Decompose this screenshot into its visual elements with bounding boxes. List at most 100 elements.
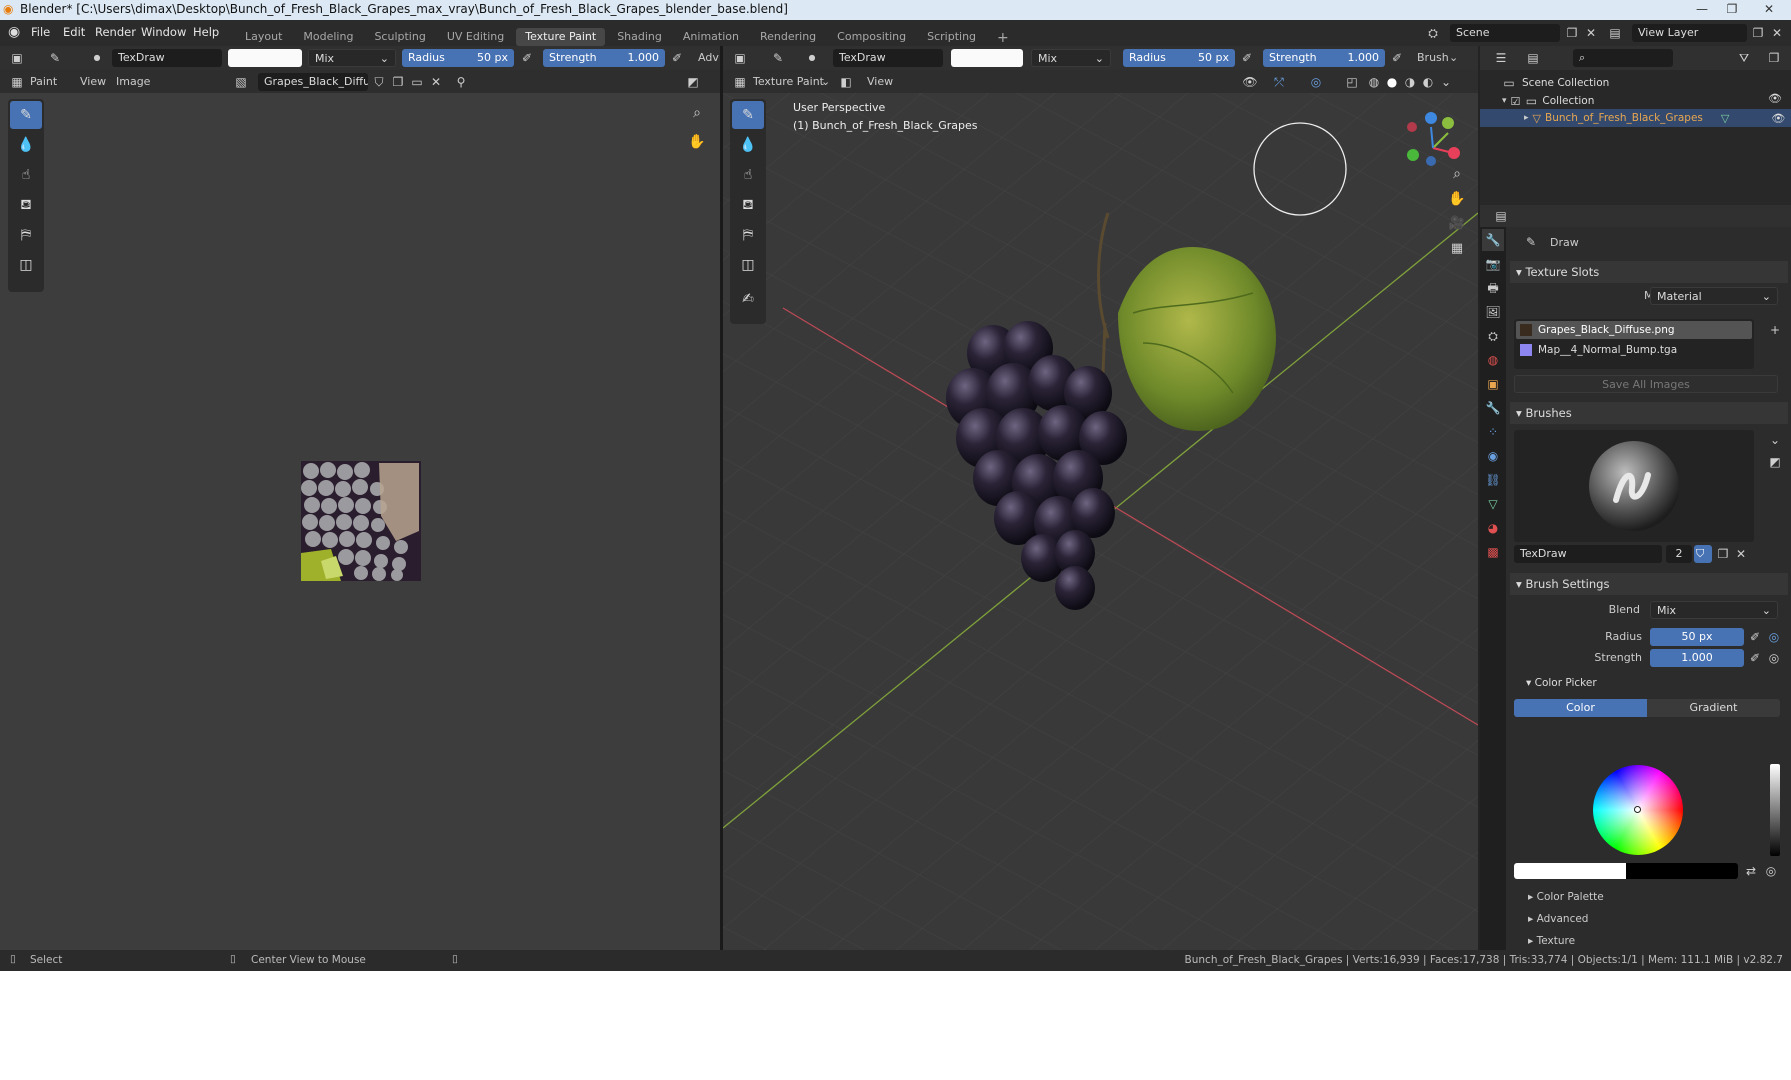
object-row-selected[interactable]: ▸ ▽ Bunch_of_Fresh_Black_Grapes ▽ 👁 xyxy=(1480,109,1791,127)
brush-settings-icon[interactable]: ◩ xyxy=(1766,453,1784,471)
mesh-data-icon[interactable]: ▽ xyxy=(1721,112,1729,125)
image-editor-canvas[interactable]: ✎ 💧 ☝ ⛾ ⛿ ◫ ⌕ ✋ xyxy=(0,93,720,950)
material-shading-icon[interactable]: ◑ xyxy=(1401,73,1419,91)
outliner-search-input[interactable]: ⌕ xyxy=(1573,49,1673,67)
duplicate-brush-icon[interactable]: ❐ xyxy=(1714,545,1732,563)
brush-tool-icon[interactable]: ✎ xyxy=(769,49,787,67)
unified-color-icon[interactable]: ◎ xyxy=(1762,862,1780,880)
editor-type-icon[interactable]: ▣ xyxy=(8,49,26,67)
fake-user-shield-icon[interactable]: ⛉ xyxy=(370,73,388,91)
filter-icon[interactable]: ⛛ xyxy=(1735,49,1753,67)
image-name-field[interactable]: Grapes_Black_Diffus.. xyxy=(258,73,368,91)
color-tab[interactable]: Color xyxy=(1514,699,1647,717)
close-window-button[interactable]: ✕ xyxy=(1750,0,1788,18)
tab-scripting[interactable]: Scripting xyxy=(918,28,985,46)
texture-tab-icon[interactable]: ▩ xyxy=(1482,541,1504,563)
pan-hand-icon[interactable]: ✋ xyxy=(1448,190,1466,208)
editor-type-icon[interactable]: ▣ xyxy=(731,49,749,67)
brush-settings-panel-header[interactable]: ▾ Brush Settings xyxy=(1510,573,1788,595)
tab-sculpting[interactable]: Sculpting xyxy=(365,28,434,46)
tab-texture-paint[interactable]: Texture Paint xyxy=(516,28,606,46)
color-swatch-primary-secondary[interactable] xyxy=(1514,863,1738,879)
new-collection-icon[interactable]: ❐ xyxy=(1765,49,1783,67)
brush-preview-box[interactable] xyxy=(1514,430,1754,542)
world-tab-icon[interactable]: ◍ xyxy=(1482,349,1504,371)
texture-slot-item[interactable]: Map__4_Normal_Bump.tga xyxy=(1516,341,1752,359)
clone-tool-icon[interactable]: ⛾ xyxy=(732,191,764,219)
smear-tool-icon[interactable]: ☝ xyxy=(732,161,764,189)
solid-shading-icon[interactable]: ● xyxy=(1383,73,1401,91)
overlays-icon[interactable]: ◎ xyxy=(1307,73,1325,91)
expand-arrow-icon[interactable]: ▾ xyxy=(1502,96,1507,106)
unlink-brush-icon[interactable]: ✕ xyxy=(1732,545,1750,563)
image-browse-icon[interactable]: ▧ xyxy=(232,73,250,91)
paint-mode-dropdown[interactable]: Paint xyxy=(30,75,57,88)
brushes-panel-header[interactable]: ▾ Brushes xyxy=(1510,402,1788,424)
brush-name-field[interactable]: TexDraw xyxy=(833,49,943,67)
fake-user-shield-icon[interactable]: ⛉ xyxy=(1694,545,1712,563)
fill-tool-icon[interactable]: ⛿ xyxy=(10,221,42,249)
scene-selector[interactable]: Scene xyxy=(1450,24,1560,42)
unlink-image-icon[interactable]: ✕ xyxy=(427,73,445,91)
strength-field[interactable]: Strength 1.000 xyxy=(1263,49,1385,67)
menu-render[interactable]: Render xyxy=(95,25,136,39)
menu-help[interactable]: Help xyxy=(193,25,219,39)
pen-pressure-icon[interactable]: ✐ xyxy=(1746,649,1764,667)
blend-mode-dropdown[interactable]: Mix ⌄ xyxy=(308,49,396,67)
radius-field[interactable]: 50 px xyxy=(1650,628,1744,646)
slot-mode-dropdown[interactable]: Material ⌄ xyxy=(1650,287,1778,305)
strength-field[interactable]: 1.000 xyxy=(1650,649,1744,667)
brush-name-field[interactable]: TexDraw xyxy=(112,49,222,67)
menu-image[interactable]: Image xyxy=(116,75,150,88)
gizmo-icon[interactable]: ⤱ xyxy=(1270,73,1288,91)
display-channels-icon[interactable]: ◩ xyxy=(684,73,702,91)
pen-pressure-icon[interactable]: ✐ xyxy=(518,49,536,67)
eye-icon[interactable]: 👁 xyxy=(1771,112,1785,125)
texture-paint-mode-icon[interactable]: ▦ xyxy=(731,73,749,91)
scene-collection-row[interactable]: ▭ Scene Collection xyxy=(1502,74,1609,92)
swap-colors-icon[interactable]: ⇄ xyxy=(1742,862,1760,880)
brush-color-swatch[interactable] xyxy=(228,49,302,67)
advanced-subpanel[interactable]: ▸ Advanced xyxy=(1528,913,1588,925)
new-scene-icon[interactable]: ❐ xyxy=(1563,24,1581,42)
material-tab-icon[interactable]: ◕ xyxy=(1482,517,1504,539)
paint-mode-icon[interactable]: ▦ xyxy=(8,73,26,91)
view-layer-selector[interactable]: View Layer xyxy=(1632,24,1747,42)
data-tab-icon[interactable]: ▽ xyxy=(1482,493,1504,515)
strength-pressure-icon[interactable]: ✐ xyxy=(668,49,686,67)
texture-slot-item[interactable]: Grapes_Black_Diffuse.png xyxy=(1516,321,1752,339)
strength-field[interactable]: Strength 1.000 xyxy=(543,49,665,67)
pen-pressure-icon[interactable]: ✐ xyxy=(1238,49,1256,67)
texture-subpanel[interactable]: ▸ Texture xyxy=(1528,935,1575,947)
menu-view[interactable]: View xyxy=(867,75,893,88)
unified-strength-icon[interactable]: ◎ xyxy=(1765,649,1783,667)
expand-arrow-icon[interactable]: ▸ xyxy=(1524,113,1529,123)
pen-pressure-icon[interactable]: ✐ xyxy=(1746,628,1764,646)
unified-size-icon[interactable]: ◎ xyxy=(1765,628,1783,646)
tab-rendering[interactable]: Rendering xyxy=(751,28,825,46)
pan-hand-icon[interactable]: ✋ xyxy=(688,133,706,151)
tab-animation[interactable]: Animation xyxy=(674,28,748,46)
draw-tool-icon[interactable]: ✎ xyxy=(10,101,42,129)
save-all-images-button[interactable]: Save All Images xyxy=(1514,375,1778,393)
annotate-tool-icon[interactable]: ✍ xyxy=(732,285,764,313)
blender-menu-icon[interactable]: ◉ xyxy=(8,24,20,40)
constraints-tab-icon[interactable]: ⛓ xyxy=(1482,469,1504,491)
brush-users-count[interactable]: 2 xyxy=(1666,545,1692,563)
tab-compositing[interactable]: Compositing xyxy=(828,28,915,46)
collection-row[interactable]: ▾ ☑ ▭ Collection xyxy=(1502,92,1594,110)
mode-dropdown[interactable]: Texture Paint xyxy=(753,75,824,88)
display-mode-icon[interactable]: ▤ xyxy=(1524,49,1542,67)
color-picker-subpanel-header[interactable]: ▾ Color Picker xyxy=(1526,677,1597,689)
menu-window[interactable]: Window xyxy=(141,25,186,39)
scene-tab-icon[interactable]: ⛭ xyxy=(1482,325,1504,347)
zoom-icon[interactable]: ⌕ xyxy=(688,104,706,122)
brush-color-swatch[interactable] xyxy=(951,49,1023,67)
particles-tab-icon[interactable]: ⁘ xyxy=(1482,421,1504,443)
radius-field[interactable]: Radius 50 px xyxy=(1123,49,1235,67)
physics-tab-icon[interactable]: ◉ xyxy=(1482,445,1504,467)
add-workspace-button[interactable]: + xyxy=(988,28,1018,46)
advanced-menu[interactable]: Adv xyxy=(698,51,719,64)
tab-modeling[interactable]: Modeling xyxy=(294,28,362,46)
properties-type-icon[interactable]: ▤ xyxy=(1492,207,1510,225)
